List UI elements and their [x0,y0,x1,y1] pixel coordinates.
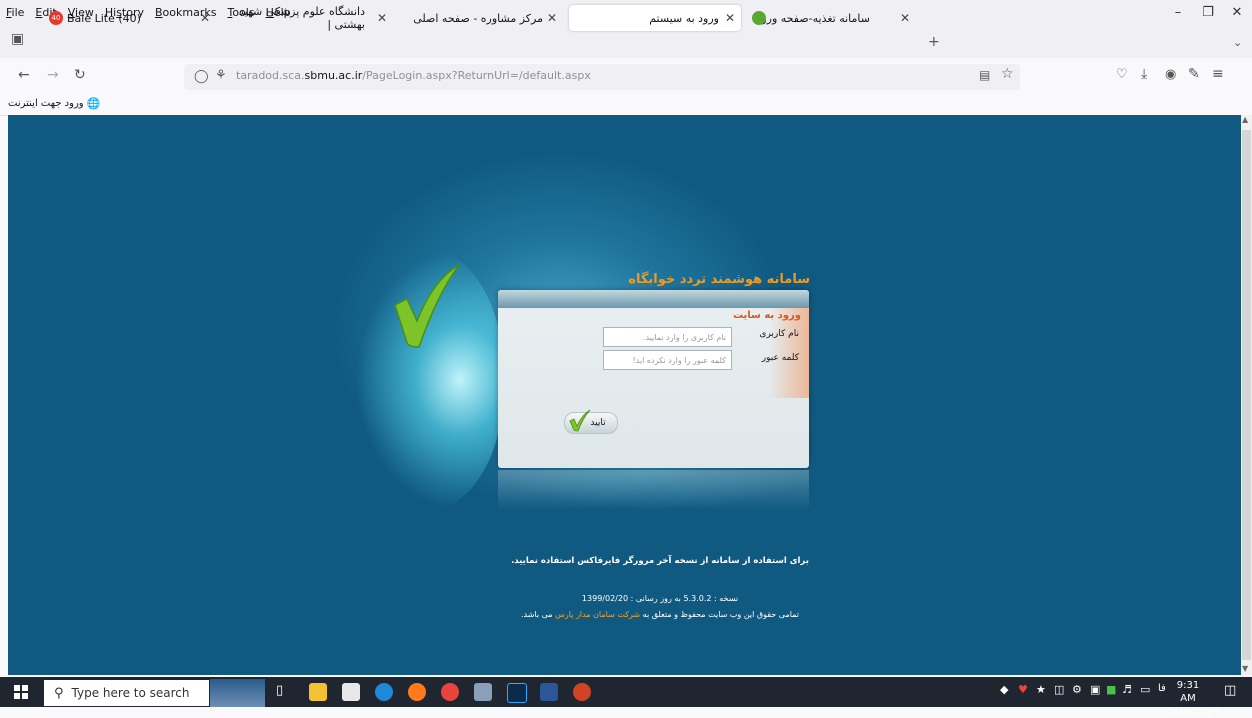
minimize-button[interactable]: – [1163,0,1193,24]
tray-icons[interactable]: ◆ [1000,683,1008,696]
close-tab-icon[interactable]: ✕ [377,11,387,25]
tab-login-active[interactable]: ورود به سیستم ✕ [569,5,741,31]
search-highlight-image [210,679,265,707]
tab-label: مرکز مشاوره - صفحه اصلی [413,11,543,25]
scrollbar-thumb[interactable] [1242,130,1251,660]
tracking-shield-icon[interactable]: ◯ [194,69,209,84]
search-placeholder: Type here to search [71,686,190,700]
volume-icon[interactable]: ♬ [1122,683,1132,696]
photoshop-icon[interactable] [507,683,527,703]
tab-label: سامانه تغذیه-صفحه ورود [756,11,870,25]
tray-security-icon[interactable]: ◫ [1054,683,1064,696]
clock[interactable]: 9:31 AM 5/18/2024 [1168,679,1219,718]
reader-view-icon[interactable]: ▤ [979,68,990,82]
display-icon[interactable]: ▭ [1140,683,1150,696]
store-icon[interactable] [342,683,360,701]
battery-icon[interactable]: ▣ [1090,683,1100,696]
firefox-icon[interactable] [408,683,426,701]
windows-start-icon[interactable] [14,685,28,699]
tab-counseling[interactable]: مرکز مشاوره - صفحه اصلی ✕ [400,5,565,31]
chrome-icon[interactable] [441,683,459,701]
close-tab-icon[interactable]: ✕ [900,11,910,25]
nutrition-site-icon [752,11,766,25]
menu-file[interactable]: File [0,6,29,19]
login-panel: ورود به سایت نام کاربری کلمه عبور تایید [498,290,809,468]
account-icon[interactable]: ◉ [1165,67,1176,82]
system-title: سامانه هوشمند تردد خوابگاه [628,272,810,287]
tab-label: ورود به سیستم [649,11,719,25]
reload-icon[interactable]: ↻ [74,67,86,83]
bookmark-star-icon[interactable]: ☆ [1001,66,1014,82]
new-tab-icon[interactable]: + [928,34,940,50]
version-info: نسخه : 5.3.0.2 به روز رسانی : 1399/02/20 [581,594,739,603]
bookmarks-bar [0,94,1252,116]
tab-sbmu[interactable]: دانشگاه علوم پزشکی شهید بهشتی | ✕ [225,5,395,31]
word-icon[interactable] [540,683,558,701]
taskbar-search[interactable]: ⚲ Type here to search [44,680,209,706]
submit-check-icon [569,409,591,432]
tab-label: دانشگاه علوم پزشکی شهید بهشتی | [238,5,365,31]
close-tab-icon[interactable]: ✕ [547,11,557,25]
tab-nutrition[interactable]: سامانه تغذیه-صفحه ورود ✕ [748,5,918,31]
edge-icon[interactable] [375,683,393,701]
tab-label: Bale Lite (40) [67,11,141,25]
password-input[interactable] [603,350,732,370]
tray-app-icon[interactable]: ♥ [1018,683,1028,696]
password-label: کلمه عبور [761,353,799,363]
tab-list-icon[interactable]: ▣ [11,31,24,47]
tray-network-icon[interactable]: ⚙ [1072,683,1082,696]
browser-notice: برای استفاده از سامانه از نسخه آخر مرورگ… [511,556,809,566]
tray-app-icon[interactable]: ★ [1036,683,1046,696]
close-window-button[interactable]: ✕ [1222,0,1252,24]
clock-time: 9:31 AM [1176,680,1200,704]
username-input[interactable] [603,327,732,347]
bookmark-internet-login[interactable]: 🌐 ورود جهت اینترنت [8,97,100,110]
panel-header-strip [498,290,809,308]
pocket-icon[interactable]: ♡ [1116,67,1128,82]
large-checkmark-icon [394,264,460,348]
forward-icon[interactable]: → [47,67,59,83]
company-link[interactable]: شرکت سامان مدار پارس [555,610,640,619]
globe-icon: 🌐 [86,97,101,110]
paint-icon[interactable] [474,683,492,701]
menu-hamburger-icon[interactable]: ≡ [1212,66,1224,82]
username-label: نام کاربری [759,329,799,339]
search-icon: ⚲ [54,685,64,701]
insecure-lock-icon[interactable]: ⚘ [215,68,227,83]
url-text[interactable]: taradod.sca.sbmu.ac.ir/PageLogin.aspx?Re… [236,69,591,82]
menu-file-label: ile [11,5,25,19]
scroll-down-icon[interactable]: ▼ [1242,664,1248,673]
notifications-icon[interactable]: ◫ [1224,683,1236,698]
list-all-tabs-icon[interactable]: ⌄ [1233,36,1242,49]
submit-label: تایید [590,418,606,428]
tray-green-icon[interactable]: ■ [1106,683,1116,696]
extensions-icon[interactable]: ✎ [1188,66,1200,82]
restore-button[interactable]: ❐ [1193,0,1223,24]
powerpoint-icon[interactable] [573,683,591,701]
downloads-icon[interactable]: ⤓ [1141,66,1147,82]
back-icon[interactable]: ← [18,67,30,83]
tab-bale[interactable]: 40 Bale Lite (40) ✕ [45,5,220,31]
submit-button[interactable]: تایید [564,409,618,434]
language-indicator[interactable]: فا [1158,683,1166,694]
bookmark-label: ورود جهت اینترنت [8,98,84,109]
task-view-icon[interactable]: ▯ [276,683,294,701]
close-tab-icon[interactable]: ✕ [200,11,210,25]
close-tab-icon[interactable]: ✕ [725,11,735,25]
file-explorer-icon[interactable] [309,683,327,701]
bale-app-icon: 40 [49,11,63,25]
panel-reflection [498,470,809,510]
scroll-up-icon[interactable]: ▲ [1242,115,1248,124]
login-title: ورود به سایت [732,310,801,321]
copyright-text: تمامی حقوق این وب سایت محفوظ و متعلق به … [520,610,800,619]
